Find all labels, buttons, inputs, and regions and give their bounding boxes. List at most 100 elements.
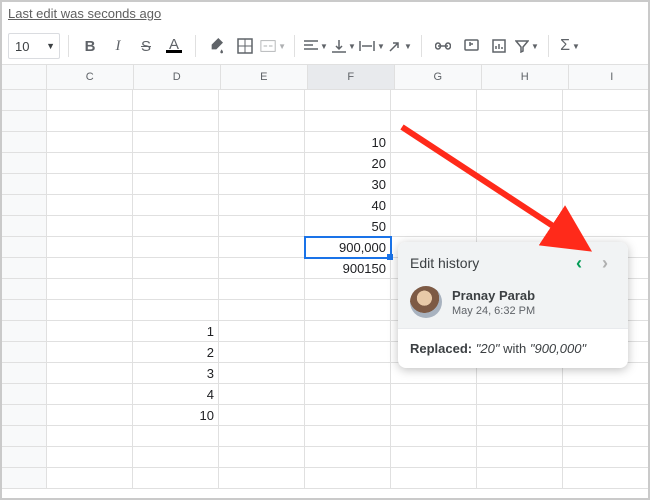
column-header[interactable]: I xyxy=(569,65,650,89)
row-header[interactable] xyxy=(2,447,47,468)
cell[interactable] xyxy=(47,111,133,132)
cell[interactable] xyxy=(391,111,477,132)
cell[interactable] xyxy=(47,258,133,279)
cell[interactable] xyxy=(563,426,648,447)
row-header[interactable] xyxy=(2,237,47,258)
borders-button[interactable] xyxy=(232,33,258,59)
cell[interactable]: 10 xyxy=(305,132,391,153)
chart-button[interactable] xyxy=(486,33,512,59)
cell[interactable] xyxy=(47,237,133,258)
cell[interactable] xyxy=(47,384,133,405)
cell[interactable] xyxy=(305,384,391,405)
cell[interactable] xyxy=(391,90,477,111)
cell[interactable] xyxy=(305,111,391,132)
cell[interactable]: 40 xyxy=(305,195,391,216)
cell[interactable] xyxy=(47,174,133,195)
cell[interactable] xyxy=(133,447,219,468)
cell[interactable] xyxy=(133,237,219,258)
cell[interactable] xyxy=(219,384,305,405)
cell[interactable] xyxy=(219,216,305,237)
cell[interactable] xyxy=(477,153,563,174)
row-header[interactable] xyxy=(2,321,47,342)
cell[interactable] xyxy=(477,216,563,237)
cell[interactable]: 20 xyxy=(305,153,391,174)
cell[interactable] xyxy=(47,342,133,363)
cell[interactable] xyxy=(133,279,219,300)
cell[interactable] xyxy=(305,447,391,468)
cell[interactable] xyxy=(477,132,563,153)
cell[interactable] xyxy=(391,153,477,174)
cell[interactable] xyxy=(133,216,219,237)
cell[interactable] xyxy=(305,279,391,300)
cell[interactable]: 1 xyxy=(133,321,219,342)
cell[interactable] xyxy=(477,111,563,132)
row-header[interactable] xyxy=(2,132,47,153)
cell[interactable]: 50 xyxy=(305,216,391,237)
cell[interactable] xyxy=(219,258,305,279)
cell[interactable]: 900,000 xyxy=(305,237,391,258)
cell[interactable] xyxy=(305,300,391,321)
cell[interactable] xyxy=(305,426,391,447)
cell[interactable] xyxy=(219,174,305,195)
cell[interactable] xyxy=(305,90,391,111)
cell[interactable] xyxy=(219,279,305,300)
cell[interactable] xyxy=(391,216,477,237)
cell[interactable] xyxy=(133,468,219,489)
cell[interactable]: 10 xyxy=(133,405,219,426)
prev-edit-button[interactable]: ‹ xyxy=(568,252,590,274)
cell[interactable] xyxy=(133,258,219,279)
row-header[interactable] xyxy=(2,384,47,405)
row-header[interactable] xyxy=(2,195,47,216)
cell[interactable] xyxy=(477,447,563,468)
cell[interactable] xyxy=(477,468,563,489)
cell[interactable] xyxy=(305,363,391,384)
row-header[interactable] xyxy=(2,342,47,363)
cell[interactable] xyxy=(219,111,305,132)
cell[interactable]: 3 xyxy=(133,363,219,384)
column-header[interactable]: G xyxy=(395,65,482,89)
cell[interactable] xyxy=(219,132,305,153)
cell[interactable] xyxy=(305,342,391,363)
rotate-button[interactable]: ▼ xyxy=(387,33,413,59)
cell[interactable] xyxy=(133,153,219,174)
cell[interactable] xyxy=(477,90,563,111)
column-header[interactable]: F xyxy=(308,65,395,89)
cell[interactable] xyxy=(477,174,563,195)
cell[interactable]: 900150 xyxy=(305,258,391,279)
cell[interactable] xyxy=(219,237,305,258)
last-edit-link[interactable]: Last edit was seconds ago xyxy=(8,6,161,21)
column-header[interactable]: H xyxy=(482,65,569,89)
cell[interactable]: 4 xyxy=(133,384,219,405)
comment-button[interactable] xyxy=(458,33,484,59)
cell[interactable] xyxy=(47,363,133,384)
filter-button[interactable]: ▼ xyxy=(514,33,540,59)
cell[interactable] xyxy=(391,426,477,447)
cell[interactable] xyxy=(47,195,133,216)
cell[interactable] xyxy=(133,174,219,195)
cell[interactable] xyxy=(219,153,305,174)
cell[interactable] xyxy=(133,111,219,132)
cell[interactable]: 2 xyxy=(133,342,219,363)
cell[interactable] xyxy=(563,174,648,195)
cell[interactable] xyxy=(305,321,391,342)
cell[interactable] xyxy=(47,405,133,426)
cell[interactable] xyxy=(47,321,133,342)
corner-cell[interactable] xyxy=(2,65,47,89)
cell[interactable] xyxy=(133,132,219,153)
cell[interactable] xyxy=(563,405,648,426)
cell[interactable] xyxy=(47,279,133,300)
cell[interactable] xyxy=(563,111,648,132)
cell[interactable] xyxy=(47,426,133,447)
cell[interactable] xyxy=(133,90,219,111)
cell[interactable] xyxy=(563,384,648,405)
row-header[interactable] xyxy=(2,153,47,174)
cell[interactable] xyxy=(47,153,133,174)
row-header[interactable] xyxy=(2,90,47,111)
row-header[interactable] xyxy=(2,111,47,132)
cell[interactable] xyxy=(391,468,477,489)
cell[interactable] xyxy=(219,195,305,216)
cell[interactable] xyxy=(47,90,133,111)
column-header[interactable]: E xyxy=(221,65,308,89)
cell[interactable] xyxy=(219,447,305,468)
link-button[interactable] xyxy=(430,33,456,59)
